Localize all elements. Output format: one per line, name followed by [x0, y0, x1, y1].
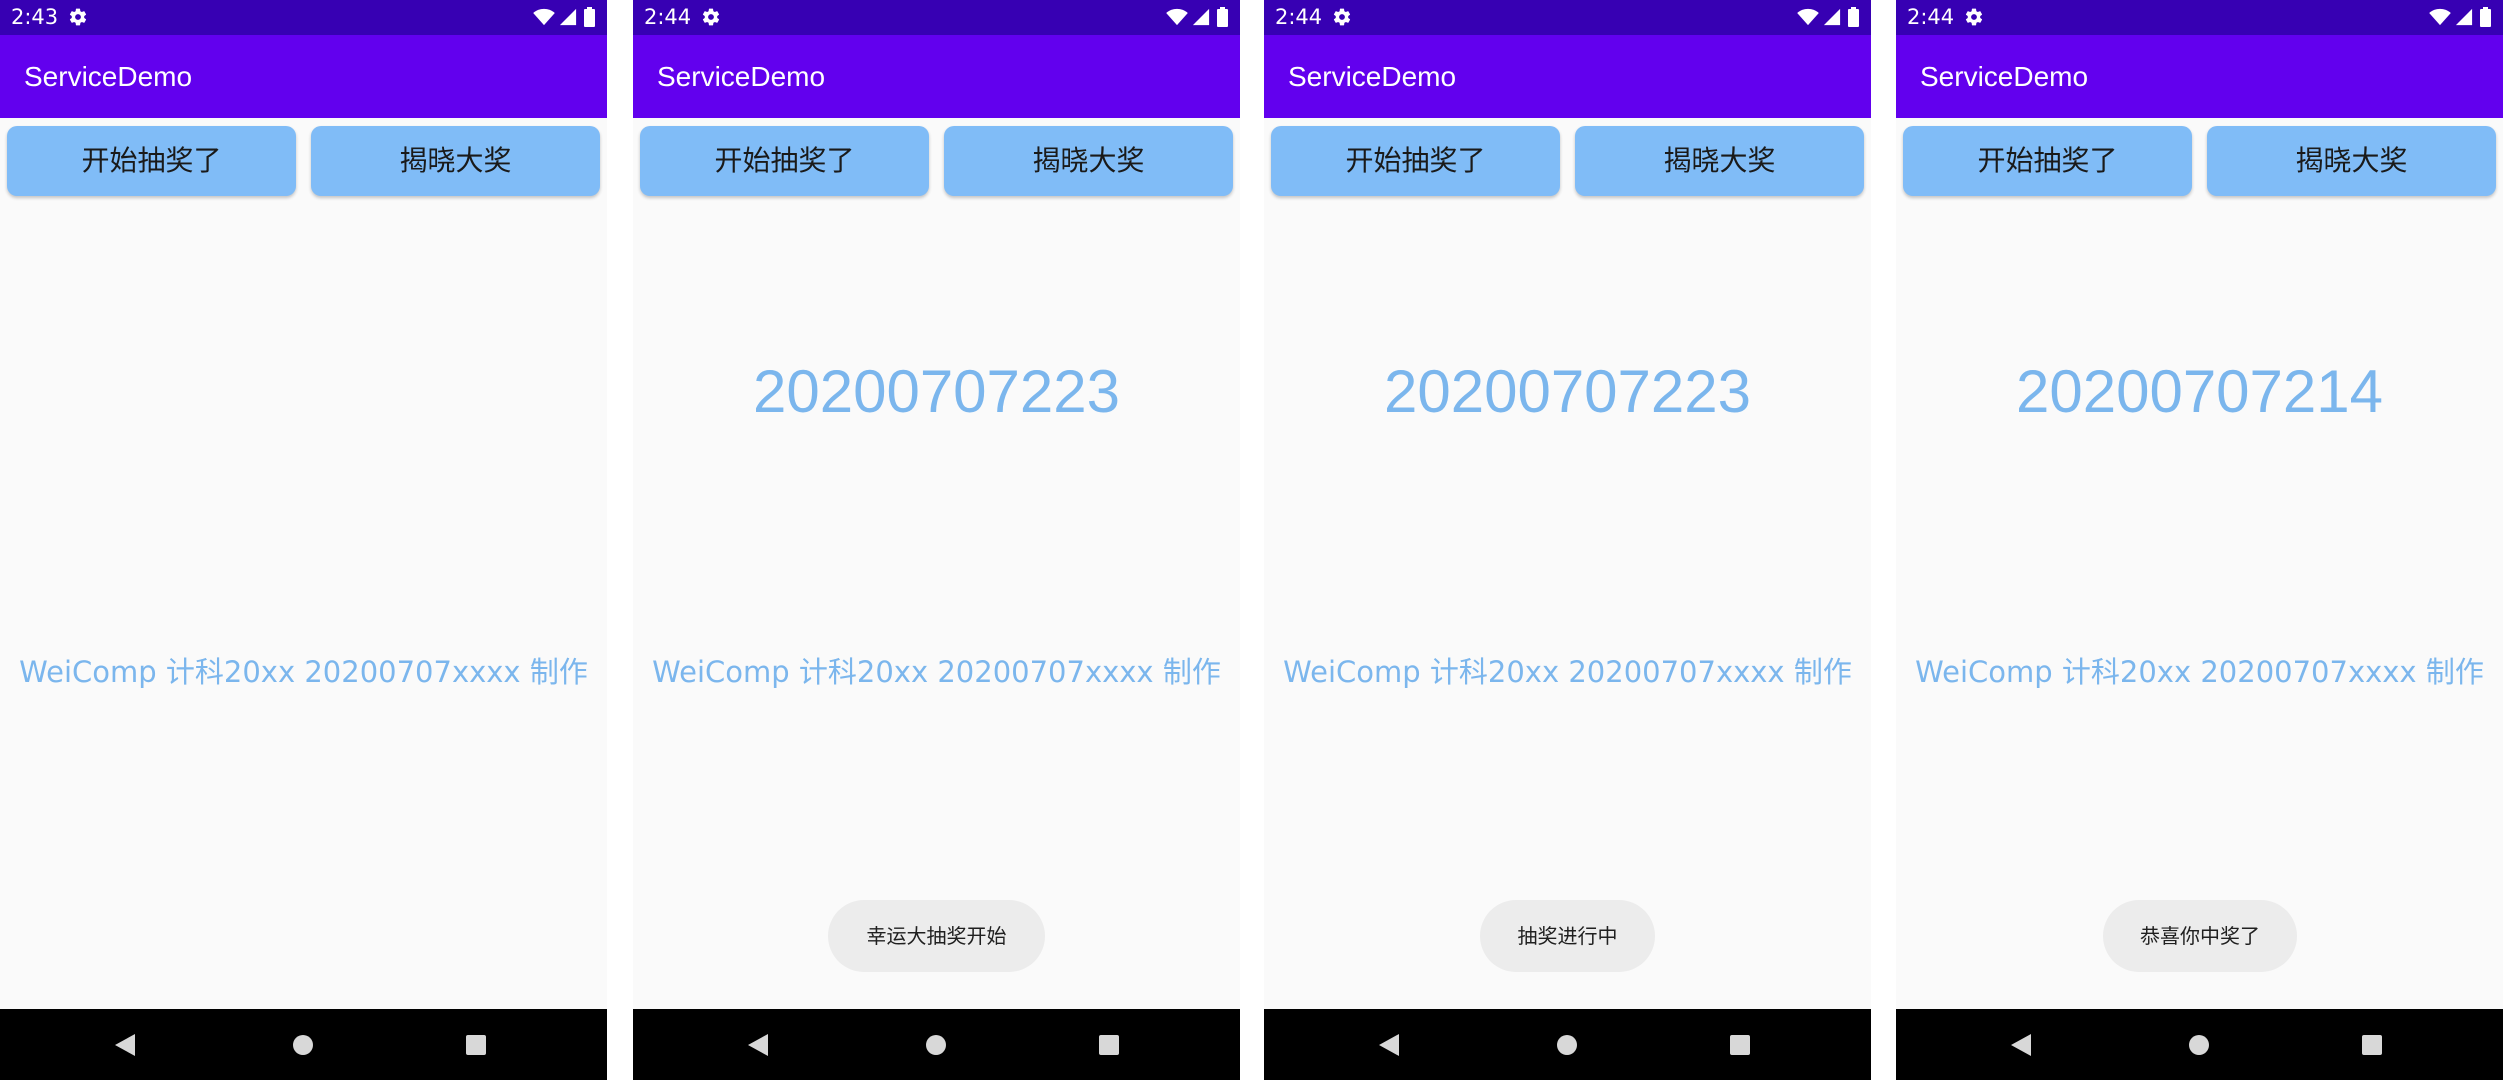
- start-lottery-button[interactable]: 开始抽奖了: [7, 126, 296, 196]
- app-title: ServiceDemo: [24, 61, 193, 92]
- wifi-icon: [2429, 8, 2451, 26]
- battery-icon: [1848, 7, 1859, 27]
- home-icon[interactable]: [925, 1034, 947, 1056]
- home-icon[interactable]: [1556, 1034, 1578, 1056]
- status-time: 2:44: [1275, 5, 1323, 29]
- reveal-prize-button[interactable]: 揭晓大奖: [311, 126, 600, 196]
- back-icon[interactable]: [1378, 1033, 1400, 1057]
- status-time: 2:44: [644, 5, 692, 29]
- phone-screen-1: 2:43 ServiceDemo 开始抽奖了 揭晓大奖 WeiComp 计科20…: [0, 0, 607, 1080]
- battery-icon: [2480, 7, 2491, 27]
- signal-icon: [1192, 8, 1210, 26]
- phone-screen-3: 2:44 ServiceDemo 开始抽奖了 揭晓大奖 20200707223 …: [1264, 0, 1871, 1080]
- app-title: ServiceDemo: [1288, 61, 1457, 92]
- start-lottery-button[interactable]: 开始抽奖了: [1903, 126, 2192, 196]
- status-time: 2:43: [11, 5, 59, 29]
- reveal-prize-button[interactable]: 揭晓大奖: [1575, 126, 1864, 196]
- status-bar: 2:44: [633, 0, 1240, 35]
- start-lottery-button[interactable]: 开始抽奖了: [640, 126, 929, 196]
- signal-icon: [2455, 8, 2473, 26]
- recents-icon[interactable]: [2362, 1035, 2382, 1055]
- reveal-prize-button[interactable]: 揭晓大奖: [2207, 126, 2496, 196]
- home-icon[interactable]: [292, 1034, 314, 1056]
- navigation-bar: [633, 1009, 1240, 1080]
- lottery-number: 20200707223: [1383, 358, 1752, 425]
- wifi-icon: [533, 8, 555, 26]
- status-bar: 2:43: [0, 0, 607, 35]
- battery-icon: [1217, 7, 1228, 27]
- gear-icon: [1965, 8, 1983, 26]
- toast-message: 抽奖进行中: [1480, 900, 1655, 972]
- navigation-bar: [1896, 1009, 2503, 1080]
- app-title: ServiceDemo: [1920, 61, 2089, 92]
- status-bar: 2:44: [1896, 0, 2503, 35]
- home-icon[interactable]: [2188, 1034, 2210, 1056]
- status-time: 2:44: [1907, 5, 1955, 29]
- start-lottery-button[interactable]: 开始抽奖了: [1271, 126, 1560, 196]
- app-bar: ServiceDemo: [1896, 35, 2503, 118]
- phone-screen-2: 2:44 ServiceDemo 开始抽奖了 揭晓大奖 20200707223 …: [633, 0, 1240, 1080]
- recents-icon[interactable]: [1099, 1035, 1119, 1055]
- credit-text: WeiComp 计科20xx 20200707xxxx 制作: [1283, 655, 1852, 689]
- toast-message: 幸运大抽奖开始: [828, 900, 1045, 972]
- phone-screen-4: 2:44 ServiceDemo 开始抽奖了 揭晓大奖 20200707214 …: [1896, 0, 2503, 1080]
- navigation-bar: [1264, 1009, 1871, 1080]
- wifi-icon: [1797, 8, 1819, 26]
- back-icon[interactable]: [114, 1033, 136, 1057]
- lottery-number: 20200707214: [2015, 358, 2384, 425]
- recents-icon[interactable]: [466, 1035, 486, 1055]
- reveal-prize-button[interactable]: 揭晓大奖: [944, 126, 1233, 196]
- back-icon[interactable]: [2010, 1033, 2032, 1057]
- wifi-icon: [1166, 8, 1188, 26]
- gear-icon: [702, 8, 720, 26]
- screenshot-stage: 2:43 ServiceDemo 开始抽奖了 揭晓大奖 WeiComp 计科20…: [0, 0, 2504, 1080]
- app-bar: ServiceDemo: [633, 35, 1240, 118]
- gear-icon: [69, 8, 87, 26]
- gear-icon: [1333, 8, 1351, 26]
- signal-icon: [1823, 8, 1841, 26]
- app-title: ServiceDemo: [657, 61, 826, 92]
- credit-text: WeiComp 计科20xx 20200707xxxx 制作: [19, 655, 588, 689]
- signal-icon: [559, 8, 577, 26]
- lottery-number: 20200707223: [752, 358, 1121, 425]
- battery-icon: [584, 7, 595, 27]
- back-icon[interactable]: [747, 1033, 769, 1057]
- credit-text: WeiComp 计科20xx 20200707xxxx 制作: [1915, 655, 2484, 689]
- status-bar: 2:44: [1264, 0, 1871, 35]
- app-bar: ServiceDemo: [0, 35, 607, 118]
- recents-icon[interactable]: [1730, 1035, 1750, 1055]
- toast-message: 恭喜你中奖了: [2103, 900, 2297, 972]
- credit-text: WeiComp 计科20xx 20200707xxxx 制作: [652, 655, 1221, 689]
- navigation-bar: [0, 1009, 607, 1080]
- app-bar: ServiceDemo: [1264, 35, 1871, 118]
